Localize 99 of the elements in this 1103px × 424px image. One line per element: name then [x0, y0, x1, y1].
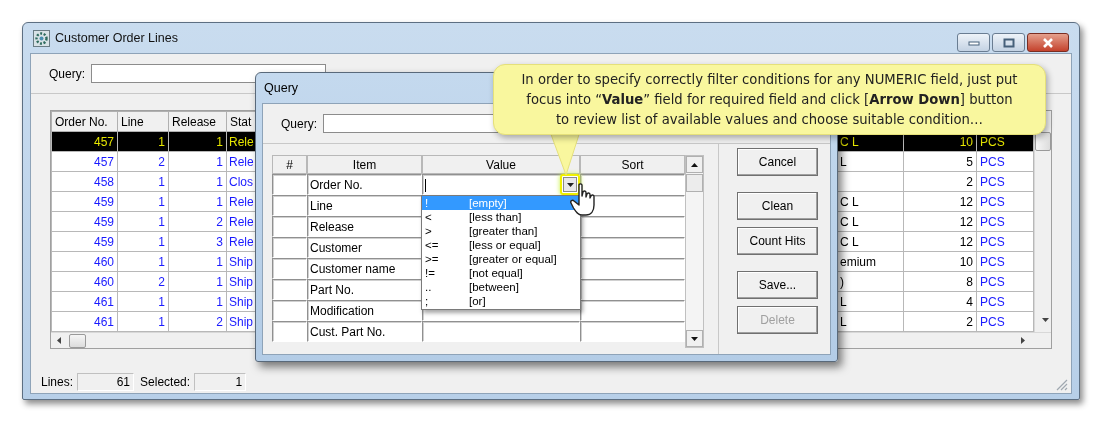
- lines-label: Lines:: [41, 375, 74, 389]
- column-header: Item: [307, 155, 422, 174]
- dialog-button[interactable]: Cancel: [737, 148, 818, 176]
- dropdown-item[interactable]: <= [less or equal]: [422, 238, 580, 252]
- dropdown-item[interactable]: ; [or]: [422, 294, 580, 308]
- dialog-button[interactable]: Count Hits: [737, 227, 818, 255]
- table-cell[interactable]: 461: [51, 311, 118, 332]
- scroll-up-button[interactable]: [686, 156, 703, 173]
- operator-label: [not equal]: [469, 266, 523, 280]
- scroll-down-arrow-icon: [1042, 318, 1049, 322]
- sort-field[interactable]: [580, 300, 685, 321]
- close-icon: [1041, 37, 1055, 48]
- gear-icon: [33, 29, 50, 47]
- table-cell: Line: [307, 195, 422, 216]
- operator-label: [or]: [469, 294, 486, 308]
- sort-field[interactable]: [580, 174, 685, 195]
- operator-text: <=: [424, 238, 440, 252]
- column-header[interactable]: Order No.: [51, 111, 118, 132]
- table-cell[interactable]: 459: [51, 231, 118, 252]
- column-header[interactable]: Line: [117, 111, 169, 132]
- operator-label: [empty]: [469, 196, 507, 210]
- table-cell[interactable]: 458: [51, 171, 118, 192]
- table-cell: Customer name: [307, 258, 422, 279]
- operator-text: <: [424, 210, 433, 224]
- sort-field[interactable]: [580, 279, 685, 300]
- maximize-icon: [1002, 37, 1015, 48]
- dialog-title: Query: [264, 81, 299, 95]
- table-cell[interactable]: 460: [51, 271, 118, 292]
- lines-count: 61: [77, 373, 135, 391]
- row-header-cell: [272, 300, 307, 321]
- scroll-right-arrow-icon: [1021, 337, 1025, 344]
- row-header-cell: [272, 279, 307, 300]
- minimize-icon: [967, 39, 980, 46]
- window-title: Customer Order Lines: [55, 31, 178, 45]
- table-cell[interactable]: 457: [51, 131, 118, 152]
- vertical-scrollbar[interactable]: [1034, 131, 1051, 332]
- row-header-cell: [272, 174, 307, 195]
- dropdown-item[interactable]: > [greater than]: [422, 224, 580, 238]
- row-header-cell: [272, 237, 307, 258]
- dialog-button[interactable]: Clean: [737, 192, 818, 220]
- selected-label: Selected:: [140, 375, 191, 389]
- scroll-left-arrow-icon: [57, 337, 61, 344]
- query-label: Query:: [281, 116, 317, 131]
- resize-grip-icon: [1056, 379, 1068, 391]
- column-header[interactable]: Release: [168, 111, 227, 132]
- operator-text: >=: [424, 252, 440, 266]
- operator-label: [less than]: [469, 210, 522, 224]
- table-cell[interactable]: 457: [51, 151, 118, 172]
- scroll-thumb[interactable]: [69, 333, 86, 348]
- operator-label: [greater or equal]: [469, 252, 557, 266]
- dialog-button[interactable]: Save...: [737, 271, 818, 299]
- table-cell[interactable]: 460: [51, 251, 118, 272]
- column-header: Sort: [580, 155, 685, 174]
- operator-text: ..: [424, 280, 433, 294]
- table-cell: Part No.: [307, 279, 422, 300]
- scroll-thumb[interactable]: [1035, 132, 1051, 151]
- sort-field[interactable]: [580, 216, 685, 237]
- maximize-button[interactable]: [992, 33, 1025, 52]
- table-cell: Release: [307, 216, 422, 237]
- dropdown-item[interactable]: >= [greater or equal]: [422, 252, 580, 266]
- caret-icon: [566, 182, 574, 187]
- table-cell[interactable]: 459: [51, 211, 118, 232]
- vertical-scrollbar[interactable]: [685, 155, 704, 348]
- row-header-cell: [272, 216, 307, 237]
- selected-count: 1: [194, 373, 247, 391]
- operator-text: !: [424, 196, 430, 210]
- row-header-cell: [272, 321, 307, 342]
- operator-text: >: [424, 224, 433, 238]
- operator-label: [between]: [469, 280, 519, 294]
- dropdown-button[interactable]: [563, 177, 577, 192]
- text-cursor: [425, 178, 426, 192]
- value-field[interactable]: [422, 174, 580, 195]
- operator-text: ;: [424, 294, 430, 308]
- dropdown-item[interactable]: .. [between]: [422, 280, 580, 294]
- operator-label: [greater than]: [469, 224, 538, 238]
- table-cell[interactable]: 459: [51, 191, 118, 212]
- close-button[interactable]: [1027, 33, 1069, 52]
- table-cell: Cust. Part No.: [307, 321, 422, 342]
- value-field[interactable]: [422, 321, 580, 342]
- sort-field[interactable]: [580, 321, 685, 342]
- column-header: #: [272, 155, 307, 174]
- table-cell[interactable]: 461: [51, 291, 118, 312]
- operator-text: !=: [424, 266, 436, 280]
- minimize-button[interactable]: [957, 33, 990, 52]
- down-arrow-icon: [691, 336, 698, 341]
- operator-label: [less or equal]: [469, 238, 541, 252]
- callout-text: In order to specify correctly filter conditions for any NUMERIC field, just put focus into “Value” field for required field and click [Arrow Down] button to review list of available values and choose suitable condition…: [520, 70, 1019, 129]
- scroll-thumb[interactable]: [686, 174, 703, 192]
- up-arrow-icon: [691, 162, 698, 167]
- row-header-cell: [272, 258, 307, 279]
- table-cell: Modification: [307, 300, 422, 321]
- row-header-cell: [272, 195, 307, 216]
- table-cell: Order No.: [307, 174, 422, 195]
- sort-field[interactable]: [580, 237, 685, 258]
- query-label: Query:: [49, 66, 85, 81]
- table-cell: Customer: [307, 237, 422, 258]
- dropdown-item[interactable]: != [not equal]: [422, 266, 580, 280]
- scroll-down-button[interactable]: [686, 330, 703, 347]
- sort-field[interactable]: [580, 258, 685, 279]
